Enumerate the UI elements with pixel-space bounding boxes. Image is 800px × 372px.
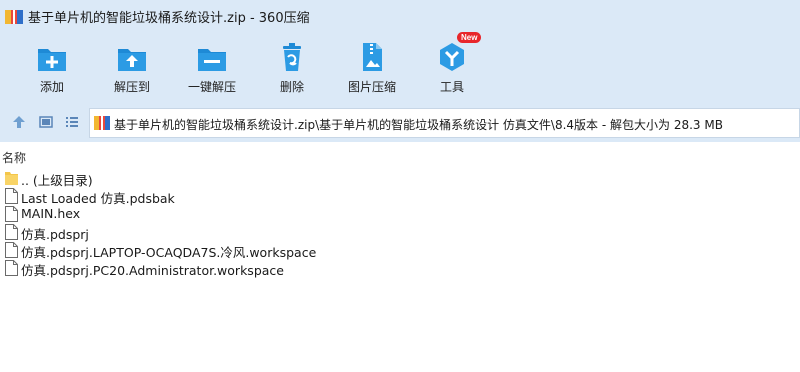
one-click-extract-label: 一键解压 bbox=[187, 80, 236, 94]
new-badge: New bbox=[457, 32, 482, 43]
zip-archive-icon bbox=[5, 10, 23, 24]
delete-label: 删除 bbox=[279, 80, 304, 94]
up-arrow-icon[interactable] bbox=[11, 114, 27, 130]
list-item[interactable]: 仿真.pdsprj.LAPTOP-OCAQDA7S.冷风.workspace bbox=[0, 241, 800, 260]
tools-label: 工具 bbox=[439, 80, 464, 94]
file-icon bbox=[5, 188, 18, 204]
list-item[interactable]: MAIN.hex bbox=[0, 205, 800, 223]
list-item[interactable]: 仿真.pdsprj bbox=[0, 223, 800, 242]
extract-to-icon bbox=[118, 49, 146, 71]
address-bar-row: 基于单片机的智能垃圾桶系统设计.zip\基于单片机的智能垃圾桶系统设计 仿真文件… bbox=[0, 102, 800, 142]
extract-to-button[interactable]: 解压到 bbox=[87, 34, 177, 102]
list-item[interactable]: Last Loaded 仿真.pdsbak bbox=[0, 187, 800, 206]
add-button[interactable]: 添加 bbox=[7, 34, 97, 102]
image-compress-label: 图片压缩 bbox=[347, 80, 396, 94]
extract-to-label: 解压到 bbox=[113, 80, 150, 94]
file-icon bbox=[5, 242, 18, 258]
window-title: 基于单片机的智能垃圾桶系统设计.zip - 360压缩 bbox=[28, 11, 310, 26]
toolbar: 添加 解压到 一键解压 删除 图片压缩 New 工具 bbox=[0, 32, 800, 102]
column-name-header[interactable]: 名称 bbox=[2, 149, 26, 166]
list-header: 名称 bbox=[0, 146, 800, 166]
folder-icon bbox=[5, 172, 18, 185]
address-field[interactable]: 基于单片机的智能垃圾桶系统设计.zip\基于单片机的智能垃圾桶系统设计 仿真文件… bbox=[89, 108, 800, 138]
image-compress-icon bbox=[363, 43, 382, 71]
address-path: 基于单片机的智能垃圾桶系统设计.zip\基于单片机的智能垃圾桶系统设计 仿真文件… bbox=[114, 118, 723, 132]
file-name: 仿真.pdsprj.PC20.Administrator.workspace bbox=[21, 263, 284, 278]
file-icon bbox=[5, 224, 18, 240]
add-icon bbox=[38, 49, 66, 71]
file-name: MAIN.hex bbox=[21, 206, 81, 221]
list-view-icon[interactable] bbox=[64, 114, 80, 130]
tools-button[interactable]: New 工具 bbox=[407, 32, 497, 102]
file-icon bbox=[5, 206, 18, 222]
one-click-extract-button[interactable]: 一键解压 bbox=[167, 34, 257, 102]
zip-archive-icon bbox=[94, 116, 110, 130]
list-item[interactable]: 仿真.pdsprj.PC20.Administrator.workspace bbox=[0, 259, 800, 278]
title-bar: 基于单片机的智能垃圾桶系统设计.zip - 360压缩 bbox=[0, 0, 800, 34]
image-compress-button[interactable]: 图片压缩 bbox=[327, 34, 417, 102]
delete-button[interactable]: 删除 bbox=[247, 34, 337, 102]
one-click-extract-icon bbox=[198, 49, 226, 71]
add-label: 添加 bbox=[39, 80, 64, 94]
tools-icon bbox=[440, 43, 464, 71]
thumbnail-view-icon[interactable] bbox=[38, 114, 54, 130]
file-icon bbox=[5, 260, 18, 276]
list-item-parent-folder[interactable]: .. (上级目录) bbox=[0, 169, 800, 188]
delete-icon bbox=[283, 43, 301, 71]
